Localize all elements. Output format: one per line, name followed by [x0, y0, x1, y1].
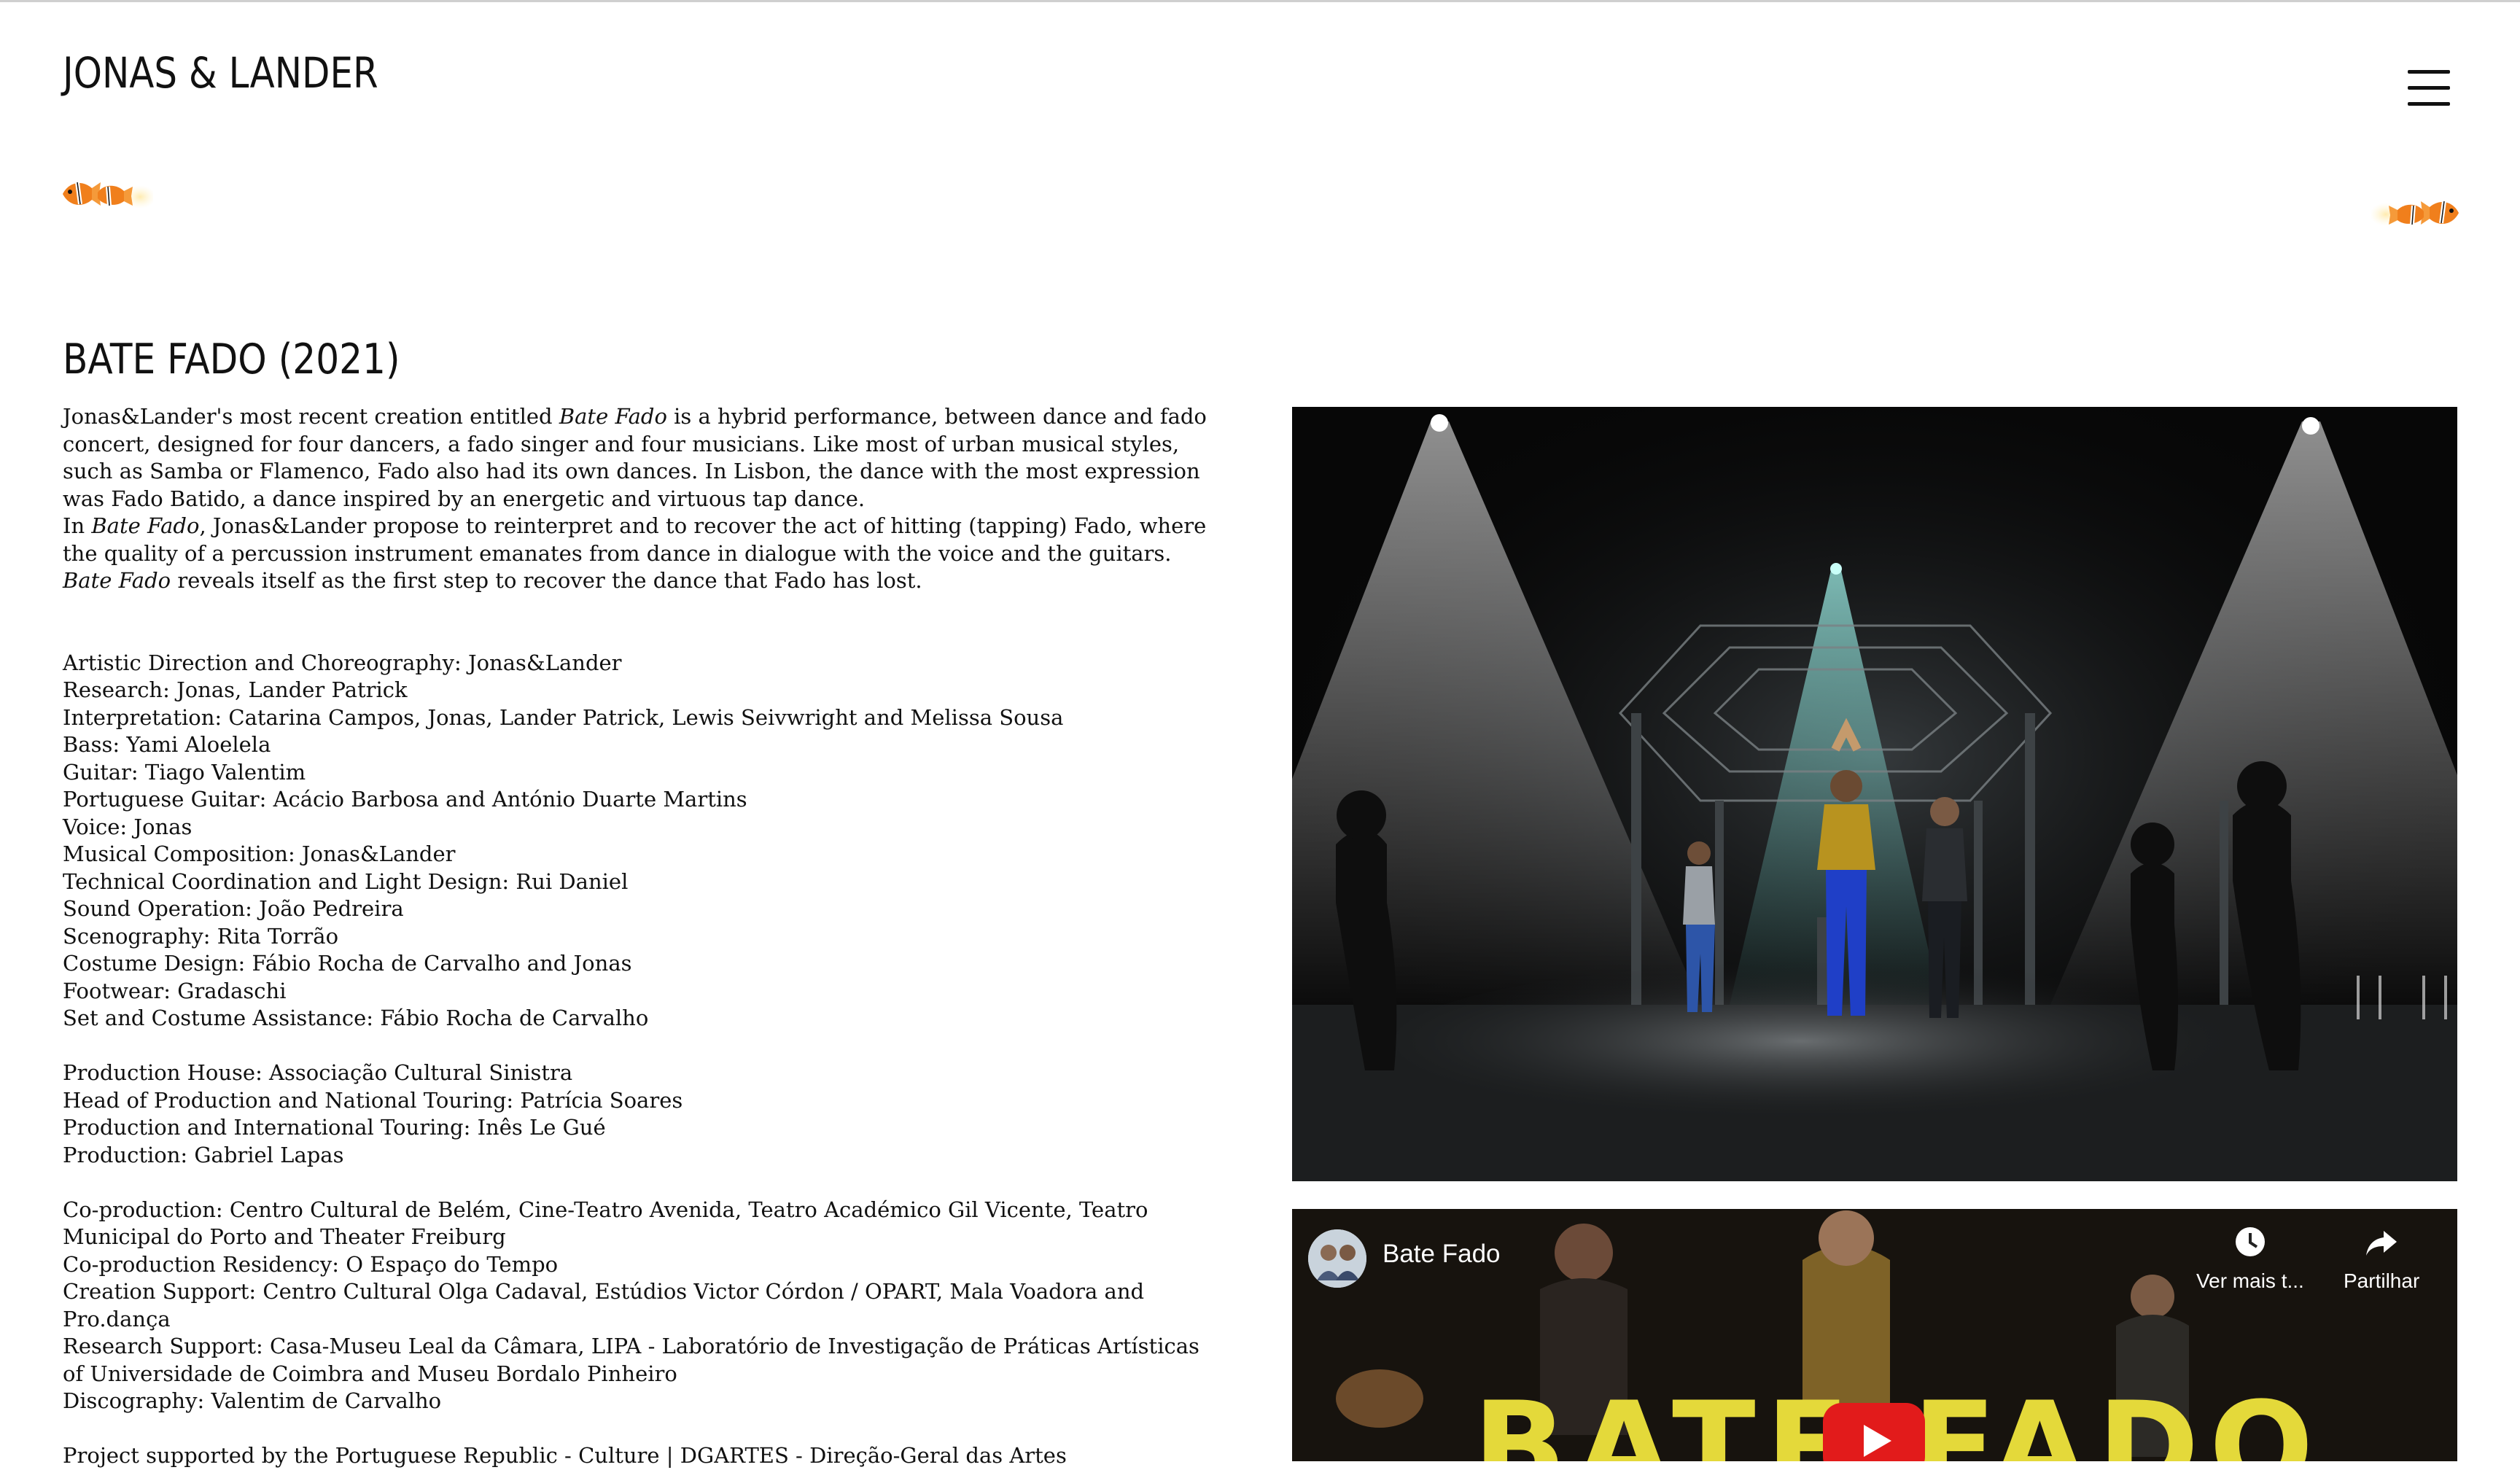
description-text: Jonas&Lander's most recent creation enti… [63, 404, 559, 429]
description-line: Bate Fado reveals itself as the first st… [63, 567, 1244, 595]
site-logo[interactable]: JONAS & LANDER [63, 48, 378, 98]
credit-line: Sound Operation: João Pedreira [63, 896, 404, 921]
credit-line: Scenography: Rita Torrão [63, 923, 339, 949]
work-title-italic: Bate Fado [91, 513, 200, 538]
support-line: Creation Support: Centro Cultural Olga C… [63, 1279, 1145, 1304]
credit-line: Guitar: Tiago Valentim [63, 759, 306, 785]
description-line: the quality of a percussion instrument e… [63, 540, 1244, 568]
description-text: In [63, 513, 92, 538]
description-text: reveals itself as the first step to reco… [171, 568, 922, 593]
description-line: Jonas&Lander's most recent creation enti… [63, 403, 1244, 431]
channel-avatar[interactable] [1308, 1229, 1366, 1288]
credit-line: Footwear: Gradaschi [63, 978, 287, 1003]
production-list: Production House: Associação Cultural Si… [63, 1059, 1244, 1169]
footer-line: Project supported by the Portuguese Repu… [63, 1443, 1067, 1468]
support-line: Discography: Valentim de Carvalho [63, 1388, 442, 1413]
description-line: was Fado Batido, a dance inspired by an … [63, 486, 1244, 513]
credit-line: Research: Jonas, Lander Patrick [63, 677, 408, 702]
performance-photo [1292, 407, 2457, 1181]
hamburger-menu-icon[interactable] [2408, 70, 2450, 106]
page-title: BATE FADO (2021) [63, 335, 400, 384]
support-line: Co-production Residency: O Espaço do Tem… [63, 1251, 559, 1277]
description-text: concert, designed for four dancers, a fa… [63, 431, 1180, 456]
description-text: the quality of a percussion instrument e… [63, 540, 1172, 566]
work-title-italic: Bate Fado [63, 568, 171, 593]
support-line: of Universidade de Coimbra and Museu Bor… [63, 1361, 677, 1386]
credit-line: Bass: Yami Aloelela [63, 732, 271, 757]
credit-line: Portuguese Guitar: Acácio Barbosa and An… [63, 787, 747, 812]
credits-list: Artistic Direction and Choreography: Jon… [63, 650, 1244, 1032]
top-border [0, 0, 2520, 2]
support-list: Co-production: Centro Cultural de Belém,… [63, 1197, 1244, 1415]
credit-line: Voice: Jonas [63, 814, 192, 839]
support-line: Municipal do Porto and Theater Freiburg [63, 1224, 506, 1249]
youtube-video-embed[interactable]: Bate Fado Ver mais t... Partilhar BATE F… [1292, 1209, 2457, 1461]
watch-later-label: Ver mais t... [2196, 1269, 2304, 1292]
credit-line: Artistic Direction and Choreography: Jon… [63, 650, 622, 675]
watch-later-button[interactable]: Ver mais t... [2196, 1225, 2304, 1293]
credit-line: Technical Coordination and Light Design:… [63, 868, 629, 894]
play-button[interactable] [1823, 1403, 1925, 1461]
support-line: Research Support: Casa-Museu Leal da Câm… [63, 1334, 1199, 1358]
credit-line: Interpretation: Catarina Campos, Jonas, … [63, 704, 1064, 730]
support-line: Co-production: Centro Cultural de Belém,… [63, 1197, 1148, 1222]
clownfish-icon [61, 172, 156, 219]
production-line: Production House: Associação Cultural Si… [63, 1060, 573, 1085]
intro-paragraph: Jonas&Lander's most recent creation enti… [63, 403, 1244, 595]
clock-icon [2233, 1227, 2267, 1263]
description-line: concert, designed for four dancers, a fa… [63, 431, 1244, 459]
description-text: such as Samba or Flamenco, Fado also had… [63, 459, 1200, 483]
clownfish-icon [2370, 188, 2460, 240]
credit-line: Costume Design: Fábio Rocha de Carvalho … [63, 951, 632, 976]
share-label: Partilhar [2344, 1269, 2420, 1292]
project-description: Jonas&Lander's most recent creation enti… [63, 403, 1244, 1470]
production-line: Production and International Touring: In… [63, 1115, 606, 1140]
description-text: was Fado Batido, a dance inspired by an … [63, 486, 866, 511]
share-button[interactable]: Partilhar [2344, 1225, 2419, 1293]
production-line: Production: Gabriel Lapas [63, 1142, 344, 1167]
work-title-italic: Bate Fado [559, 404, 667, 429]
description-text: is a hybrid performance, between dance a… [666, 404, 1207, 429]
credit-line: Musical Composition: Jonas&Lander [63, 841, 456, 866]
support-line: Pro.dança [63, 1306, 171, 1331]
description-line: In Bate Fado, Jonas&Lander propose to re… [63, 513, 1244, 540]
credit-line: Set and Costume Assistance: Fábio Rocha … [63, 1006, 649, 1030]
description-line: such as Samba or Flamenco, Fado also had… [63, 458, 1244, 486]
video-title[interactable]: Bate Fado [1382, 1240, 1501, 1269]
share-icon [2365, 1231, 2398, 1263]
production-line: Head of Production and National Touring:… [63, 1087, 683, 1113]
description-text: , Jonas&Lander propose to reinterpret an… [199, 513, 1207, 538]
